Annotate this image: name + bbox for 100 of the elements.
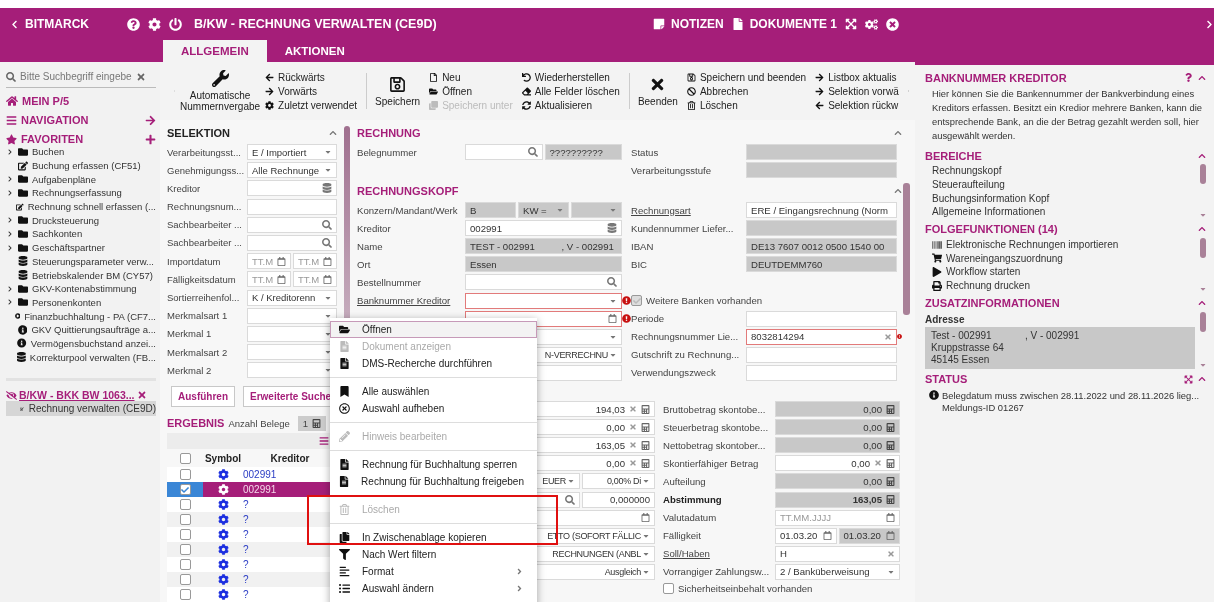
checkbox-label: Weitere Banken vorhanden: [646, 295, 763, 307]
table-cell-text: ?: [243, 529, 250, 541]
readonly-field: DEUTDEMM760: [746, 256, 897, 273]
field-label: Fälligkeitsdatum: [167, 273, 237, 285]
field-label: Verarbeitungsstufe: [631, 164, 712, 176]
field-label: Bestellnummer: [357, 276, 422, 288]
toolbar-button[interactable]: Wiederherstellen: [521, 71, 620, 83]
toolbar-button[interactable]: Neu: [429, 71, 513, 83]
field-label: Vorrangiger Zahlungsw...: [663, 566, 771, 578]
help-text: Hier können Sie die Bankennummer der Bankverbindung eines Kreditors erfassen. Besitzt ein Kredior mehrere Banken, kann die entsprechende Bank, an die der Betrag gezahlt werden soll, hier ausgewählt werden.: [932, 87, 1203, 143]
toolbar-button[interactable]: Öffnen: [429, 85, 513, 97]
tree-item[interactable]: Aufgabenpläne: [32, 173, 96, 185]
section-title: ZUSATZINFORMATIONEN: [925, 297, 1060, 309]
toolbar-button[interactable]: Abbrechen: [686, 85, 807, 97]
table-cell-text: ?: [243, 514, 250, 526]
toolbar-button[interactable]: Vorwärts: [265, 85, 357, 97]
dropdown[interactable]: E / Importiert: [247, 144, 337, 160]
date-field: 01.03.20: [838, 527, 900, 544]
date-field[interactable]: 01.03.20: [775, 527, 837, 544]
field-label: Rechnungsnum...: [167, 201, 243, 213]
toolbar-button[interactable]: Speichern und beenden: [686, 71, 807, 83]
function-link[interactable]: Elektronische Rechnungen importieren: [946, 239, 1119, 251]
tab[interactable]: ALLGEMEIN: [163, 40, 267, 62]
section-title: RECHNUNG: [357, 127, 421, 139]
toolbar-button[interactable]: Speichern: [375, 75, 421, 107]
function-link[interactable]: Rechnung drucken: [946, 280, 1030, 292]
area-link[interactable]: Steueraufteilung: [932, 177, 1050, 192]
back-button[interactable]: BITMARCK: [10, 17, 89, 31]
field-label: Rechnungsnummer Lie...: [631, 331, 740, 343]
tree-item[interactable]: Buchen: [32, 146, 65, 158]
field-label: Merkmal 1: [167, 328, 213, 340]
nav-link[interactable]: NAVIGATION: [21, 114, 89, 126]
documents-button[interactable]: DOKUMENTE 1: [731, 17, 837, 31]
readonly-field: ??????????: [544, 144, 622, 160]
search-field[interactable]: Bitte Suchbegriff eingebe: [20, 71, 132, 82]
readonly-field: TEST - 002991 , V - 002991: [465, 238, 622, 255]
toolbar-button[interactable]: Listbox aktualis: [815, 71, 899, 83]
tree-item[interactable]: Steuerungsparameter verw...: [32, 255, 154, 267]
field-label: Sachbearbeiter ...: [167, 219, 243, 231]
field-label: Aufteilung: [663, 475, 707, 487]
notes-button[interactable]: NOTIZEN: [653, 17, 724, 31]
tree-item[interactable]: GKV Quittierungsaufträge a...: [31, 324, 156, 336]
dropdown[interactable]: 2 / Banküberweisung: [775, 563, 900, 580]
toolbar-button[interactable]: Löschen: [686, 99, 807, 111]
tree-item[interactable]: Rechnung schnell erfassen (...: [27, 201, 156, 213]
field-label: Status: [631, 146, 660, 158]
tree-item[interactable]: Rechnungserfassung: [32, 187, 122, 199]
toolbar-button[interactable]: Aktualisieren: [521, 99, 620, 111]
toolbar-button[interactable]: Rückwärts: [265, 71, 357, 83]
field-label: Steuerbetrag skontobe...: [663, 421, 770, 433]
toolbar-button[interactable]: Selektion vorwä: [815, 85, 899, 97]
lookup-field[interactable]: 002991: [465, 220, 622, 237]
window-title: B/KW - RECHNUNG VERWALTEN (CE9D): [194, 17, 437, 31]
dropdown[interactable]: Alle Rechnunge: [247, 162, 337, 179]
tree-item[interactable]: Korrekturpool verwalten (FB...: [29, 351, 156, 363]
nav-link[interactable]: MEIN P/5: [22, 95, 70, 107]
function-link[interactable]: Workflow starten: [946, 266, 1021, 278]
field-label: Sachbearbeiter ...: [167, 237, 243, 249]
readonly-field: Essen: [465, 256, 622, 273]
tab[interactable]: AKTIONEN: [266, 40, 363, 62]
section-title: SELEKTION: [167, 127, 230, 139]
session-link[interactable]: B/KW - BKK BW 1063...: [19, 389, 135, 401]
tree-item[interactable]: Geschäftspartner: [32, 242, 105, 254]
tree-item[interactable]: Vermögensbuchstand anzei...: [30, 337, 156, 349]
tree-item[interactable]: Personenkonten: [32, 296, 102, 308]
field-label: Merkmalsart 1: [167, 310, 229, 322]
input-field[interactable]: H: [775, 545, 900, 562]
column-header[interactable]: Symbol: [203, 452, 243, 464]
toolbar-button[interactable]: Alle Felder löschen: [521, 85, 620, 97]
amount-field[interactable]: 0,00: [775, 455, 900, 472]
toolbar-button[interactable]: Beenden: [637, 75, 678, 107]
tree-item[interactable]: Finanzbuchhaltung - PA (CF7...: [24, 310, 156, 322]
section-title: BEREICHE: [925, 149, 982, 162]
input-field[interactable]: 0,000000: [582, 491, 655, 508]
toolbar-button[interactable]: Selektion rückw: [815, 99, 899, 111]
area-link[interactable]: Allgemeine Informationen: [932, 205, 1050, 219]
field-label: Ort: [357, 258, 372, 270]
action-button[interactable]: Ausführen: [171, 386, 235, 408]
tree-item[interactable]: GKV-Kontenabstimmung: [32, 283, 137, 295]
dropdown[interactable]: 0,00% Di: [582, 473, 655, 490]
field-link[interactable]: Soll/Haben: [663, 548, 775, 560]
tree-item[interactable]: Sachkonten: [32, 228, 83, 240]
message-id: Meldungs-ID 01267: [942, 401, 1025, 414]
dropdown[interactable]: ERE / Eingangsrechnung (Norm: [746, 202, 897, 219]
field-link[interactable]: Banknummer Kreditor: [357, 295, 465, 307]
tree-item[interactable]: Drucksteuerung: [32, 214, 100, 226]
toolbar-button[interactable]: Zuletzt verwendet: [265, 99, 357, 111]
field-label: Abstimmung: [663, 494, 723, 505]
tree-item[interactable]: Betriebskalender BM (CY57): [32, 269, 153, 281]
nav-link[interactable]: FAVORITEN: [21, 133, 84, 145]
area-link[interactable]: Rechnungskopf: [932, 164, 1050, 178]
input-field[interactable]: 8032814294: [746, 328, 897, 345]
menu-item[interactable]: Öffnen: [330, 321, 537, 338]
amount-field: 0,00: [775, 419, 900, 436]
tree-item[interactable]: Buchung erfassen (CF51): [32, 160, 141, 172]
dropdown[interactable]: K / Kreditorenn: [247, 289, 337, 306]
function-link[interactable]: Wareneingangszuordnung: [946, 252, 1063, 264]
area-link[interactable]: Buchungsinformation Kopf: [932, 191, 1050, 206]
field-link[interactable]: Rechnungsart: [631, 204, 746, 216]
field-label: Importdatum: [167, 255, 222, 267]
